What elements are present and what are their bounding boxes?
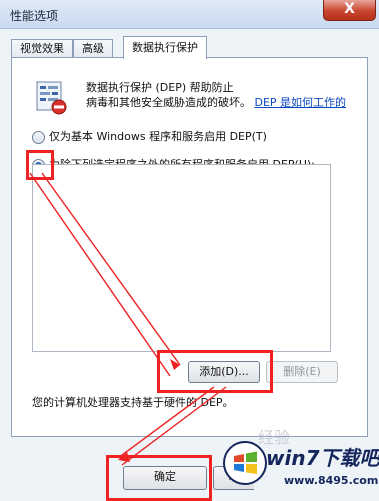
close-icon: X (344, 1, 355, 17)
radio-basic[interactable] (32, 130, 45, 144)
annotation-box-add (157, 350, 273, 393)
win7-logo-icon (223, 441, 267, 485)
dep-description-line1: 数据执行保护 (DEP) 帮助防止 (86, 81, 234, 94)
tab-strip: 视觉效果 高级 数据执行保护 (11, 36, 371, 59)
remove-button[interactable]: 删除(E) (266, 361, 338, 383)
program-listbox[interactable] (32, 164, 331, 352)
radio-basic-label: 仅为基本 Windows 程序和服务启用 DEP(T) (49, 130, 267, 143)
radio-basic-row[interactable]: 仅为基本 Windows 程序和服务启用 DEP(T) (32, 128, 267, 144)
title-bar: 性能选项 X (0, 0, 379, 29)
dep-description: 数据执行保护 (DEP) 帮助防止 病毒和其他安全威胁造成的破坏。 DEP 是如… (86, 80, 356, 110)
dep-shield-icon (36, 81, 67, 115)
watermark-url: www.8495.com (284, 474, 379, 487)
annotation-box-radio (26, 150, 54, 180)
window-title: 性能选项 (10, 9, 59, 23)
close-button[interactable]: X (323, 0, 376, 21)
tab-advanced[interactable]: 高级 (73, 39, 113, 58)
site-watermark: win7下载吧 www.8495.com (222, 434, 379, 494)
tab-visual-effects[interactable]: 视觉效果 (11, 39, 73, 58)
dep-help-link[interactable]: DEP 是如何工作的 (255, 96, 347, 109)
watermark-title: win7下载吧 (266, 446, 379, 470)
tab-dep[interactable]: 数据执行保护 (123, 36, 207, 59)
annotation-box-ok (106, 455, 212, 501)
dep-description-line2: 病毒和其他安全威胁造成的破坏。 (86, 96, 251, 109)
hardware-note: 您的计算机处理器支持基于硬件的 DEP。 (32, 396, 234, 409)
